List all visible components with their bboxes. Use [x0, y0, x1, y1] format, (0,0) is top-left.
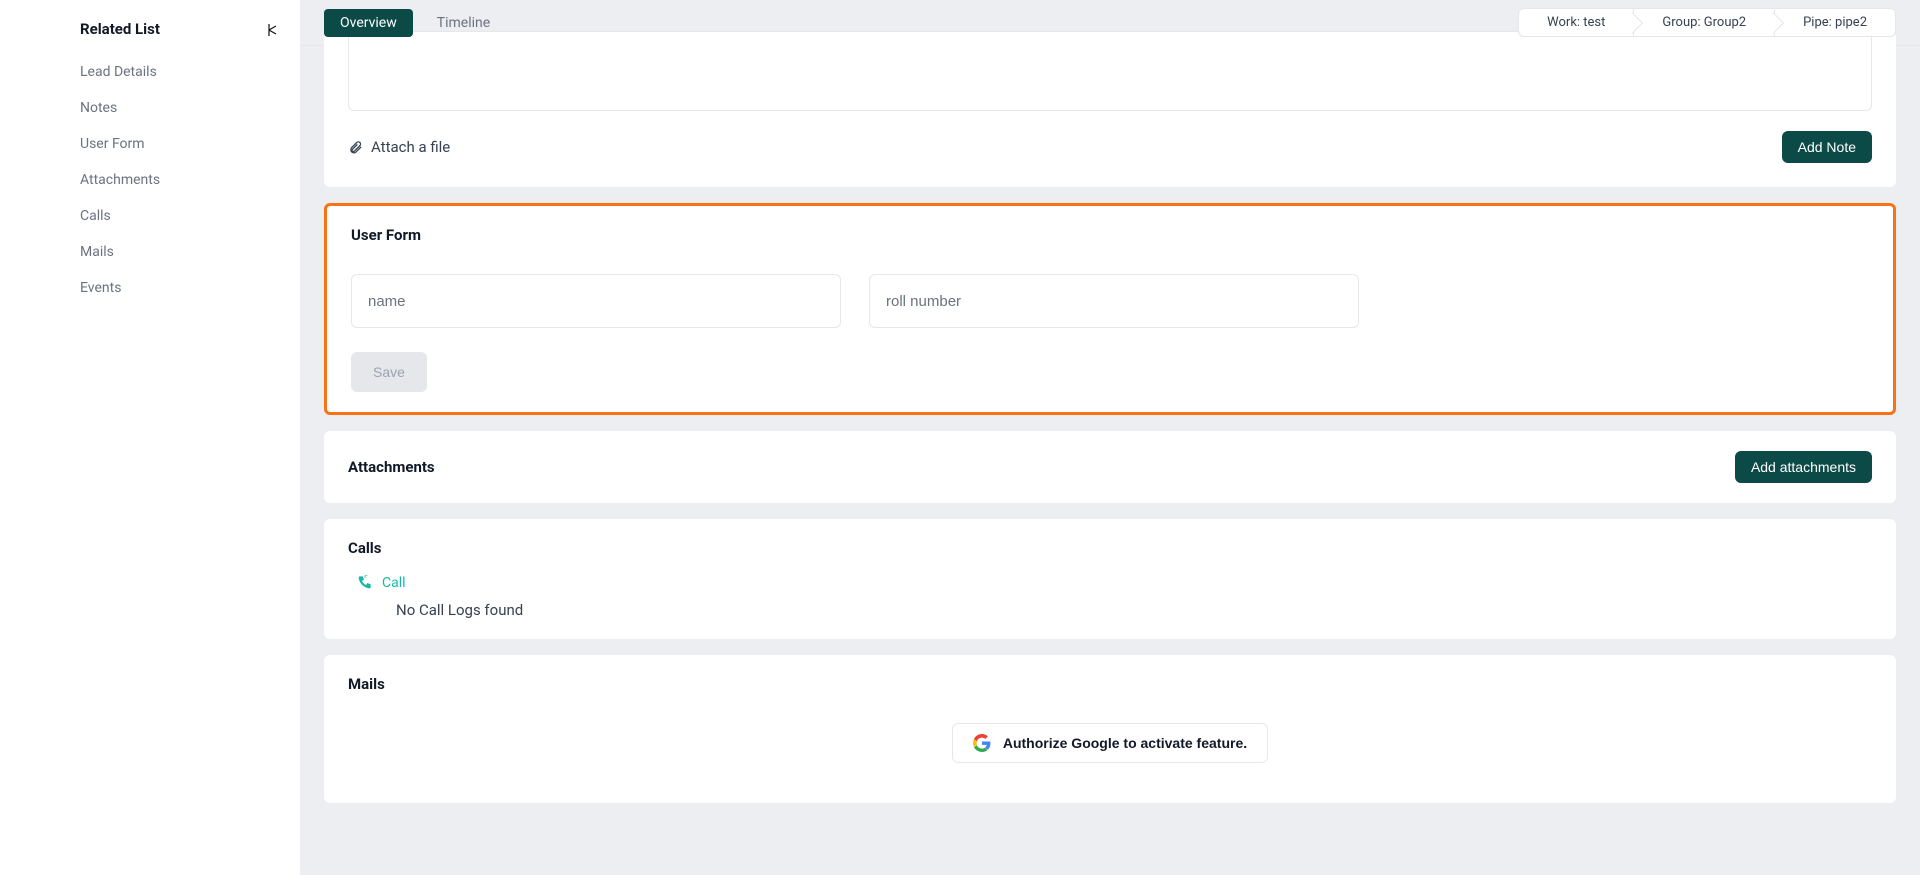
related-list-label: Related List [80, 20, 160, 38]
roll-number-field[interactable] [869, 274, 1359, 328]
sidebar-item-lead-details[interactable]: Lead Details [0, 54, 300, 90]
user-form-card: User Form Save [324, 203, 1896, 415]
calls-title: Calls [348, 539, 1872, 557]
collapse-icon[interactable] [268, 24, 278, 40]
breadcrumb: Work: test Group: Group2 Pipe: pipe2 [1518, 8, 1896, 37]
call-action[interactable]: Call [348, 575, 1872, 591]
user-form-title: User Form [351, 226, 1869, 244]
attachments-header: Attachments Add attachments [348, 451, 1872, 483]
attachments-title: Attachments [348, 458, 435, 476]
attach-file-link[interactable]: Attach a file [348, 138, 450, 156]
attach-file-label: Attach a file [371, 138, 450, 156]
attachments-card: Attachments Add attachments [324, 431, 1896, 503]
breadcrumb-work[interactable]: Work: test [1519, 9, 1634, 36]
breadcrumb-pipe[interactable]: Pipe: pipe2 [1775, 9, 1895, 36]
calls-card: Calls Call No Call Logs found [324, 519, 1896, 639]
notes-card: Attach a file Add Note [324, 31, 1896, 187]
call-empty-text: No Call Logs found [348, 601, 1872, 619]
paperclip-icon [348, 140, 363, 155]
note-actions: Attach a file Add Note [348, 131, 1872, 163]
google-auth-label: Authorize Google to activate feature. [1003, 735, 1247, 751]
tab-overview[interactable]: Overview [324, 9, 413, 37]
add-attachments-button[interactable]: Add attachments [1735, 451, 1872, 483]
save-button: Save [351, 352, 427, 392]
user-form-row [351, 274, 1869, 328]
main: Overview Timeline Work: test Group: Grou… [300, 0, 1920, 875]
content: Attach a file Add Note User Form Save At… [300, 31, 1920, 827]
authorize-google-button[interactable]: Authorize Google to activate feature. [952, 723, 1268, 763]
tabs: Overview Timeline [324, 9, 506, 37]
sidebar-item-mails[interactable]: Mails [0, 234, 300, 270]
sidebar-item-events[interactable]: Events [0, 270, 300, 306]
note-textarea[interactable] [348, 31, 1872, 111]
name-field[interactable] [351, 274, 841, 328]
google-icon [973, 734, 991, 752]
sidebar-item-user-form[interactable]: User Form [0, 126, 300, 162]
sidebar: Related List Lead Details Notes User For… [0, 0, 300, 875]
sidebar-item-attachments[interactable]: Attachments [0, 162, 300, 198]
sidebar-item-calls[interactable]: Calls [0, 198, 300, 234]
sidebar-item-notes[interactable]: Notes [0, 90, 300, 126]
add-note-button[interactable]: Add Note [1782, 131, 1872, 163]
call-label: Call [382, 575, 406, 591]
mails-title: Mails [348, 675, 1872, 693]
breadcrumb-group[interactable]: Group: Group2 [1634, 9, 1775, 36]
mails-card: Mails Authorize Google to activate featu… [324, 655, 1896, 803]
phone-icon [356, 575, 372, 591]
tab-timeline[interactable]: Timeline [421, 9, 506, 37]
sidebar-title: Related List [0, 20, 300, 54]
